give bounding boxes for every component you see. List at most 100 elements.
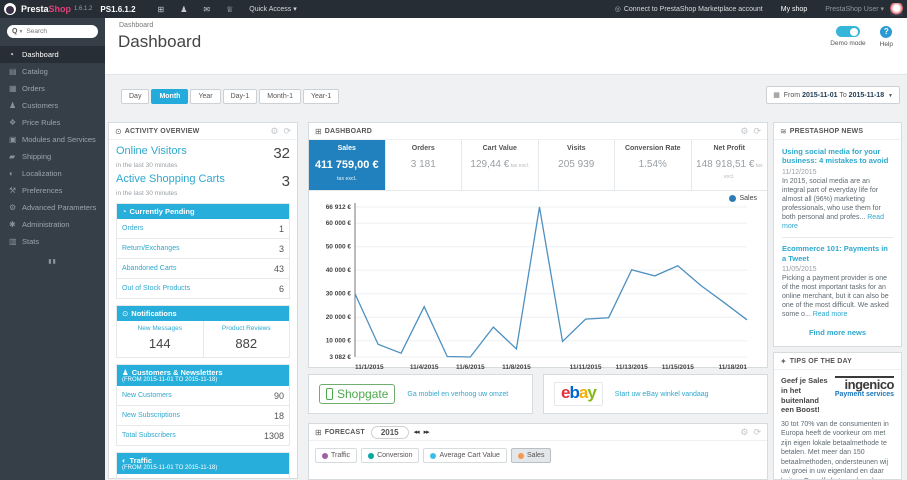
sidebar-item-advanced-parameters[interactable]: ⚙ Advanced Parameters <box>0 199 105 216</box>
dashboard-panel-title: DASHBOARD <box>324 127 373 135</box>
shop-name[interactable]: PS1.6.1.2 <box>100 5 135 14</box>
gear-icon[interactable]: ⚙ <box>270 123 278 140</box>
shopgate-link[interactable]: Ga mobiel en verhoog uw omzet <box>407 391 508 398</box>
trophy-icon[interactable]: ♕ <box>226 5 233 14</box>
demo-mode-toggle[interactable] <box>835 26 860 37</box>
notification-cell[interactable]: Product Reviews 882 <box>202 321 290 357</box>
sidebar-item-label: Stats <box>22 237 40 246</box>
sidebar-item-orders[interactable]: ▦ Orders <box>0 80 105 97</box>
gear-icon[interactable]: ⚙ <box>740 123 748 140</box>
ebay-link[interactable]: Start uw eBay winkel vandaag <box>615 391 709 398</box>
range-button-day-1[interactable]: Day-1 <box>222 89 258 104</box>
news-article-title[interactable]: Using social media for your business: 4 … <box>782 147 893 166</box>
mail-icon[interactable]: ✉ <box>203 5 210 14</box>
user-menu[interactable]: PrestaShop User ▾ <box>825 5 884 13</box>
row-label: Orders <box>122 225 144 232</box>
legend-label: Average Cart Value <box>439 452 500 459</box>
row-label: New Subscriptions <box>122 412 180 419</box>
chevron-down-icon[interactable]: ▼ <box>18 29 23 35</box>
find-more-news-link[interactable]: Find more news <box>782 328 893 337</box>
google-analytics-link[interactable]: Link to your Google Analytics account <box>117 474 289 478</box>
sidebar-item-catalog[interactable]: ▤ Catalog <box>0 63 105 80</box>
kpi-tab-orders[interactable]: Orders 3 181 <box>386 140 462 190</box>
sidebar-item-shipping[interactable]: ▰ Shipping <box>0 148 105 165</box>
shopgate-banner[interactable]: Shopgate Ga mobiel en verhoog uw omzet <box>308 374 533 414</box>
pending-row[interactable]: Out of Stock Products 6 <box>117 278 289 298</box>
row-label: New Customers <box>122 392 172 399</box>
stats-icon: ▥ <box>9 237 17 246</box>
cell-label: Product Reviews <box>221 325 271 332</box>
sidebar-item-administration[interactable]: ✱ Administration <box>0 216 105 233</box>
my-shop-link[interactable]: My shop <box>781 6 807 13</box>
refresh-icon[interactable]: ⟳ <box>283 123 291 140</box>
kpi-tab-sales[interactable]: Sales 411 759,00 € tax excl. <box>309 140 386 190</box>
pending-row[interactable]: Return/Exchanges 3 <box>117 238 289 258</box>
sidebar-item-customers[interactable]: ♟ Customers <box>0 97 105 114</box>
customers-row[interactable]: Total Subscribers 1308 <box>117 425 289 445</box>
refresh-icon[interactable]: ⟳ <box>753 123 761 140</box>
ebay-banner[interactable]: ebay Start uw eBay winkel vandaag <box>543 374 768 414</box>
user-avatar[interactable] <box>890 2 903 16</box>
range-button-day[interactable]: Day <box>121 89 150 104</box>
marketplace-icon: ◎ <box>614 6 621 13</box>
customers-row[interactable]: New Subscriptions 18 <box>117 405 289 425</box>
breadcrumb[interactable]: Dashboard <box>105 18 907 29</box>
kpi-tab-cart-value[interactable]: Cart Value 129,44 € tax excl. <box>462 140 539 190</box>
pending-row[interactable]: Orders 1 <box>117 219 289 238</box>
range-button-year[interactable]: Year <box>190 89 221 104</box>
pending-row[interactable]: Abandoned Carts 43 <box>117 258 289 278</box>
online-visitors-link[interactable]: Online Visitors <box>116 145 187 157</box>
news-article-title[interactable]: Ecommerce 101: Payments in a Tweet <box>782 244 893 263</box>
prestashop-logo[interactable] <box>4 3 16 15</box>
legend-label: Conversion <box>377 452 413 459</box>
help-icon[interactable]: ? <box>880 26 893 38</box>
refresh-icon[interactable]: ⟳ <box>753 424 761 441</box>
customers-row[interactable]: New Customers 90 <box>117 386 289 405</box>
quick-access-menu[interactable]: Quick Access ▾ <box>249 5 296 13</box>
sidebar-item-price-rules[interactable]: ❖ Price Rules <box>0 114 105 131</box>
cart-icon: ⊞ <box>315 126 322 136</box>
clock-icon: ◔ <box>122 207 127 216</box>
kpi-tab-conversion-rate[interactable]: Conversion Rate 1.54% <box>615 140 692 190</box>
forecast-prev-button[interactable]: ◂◂ <box>414 428 420 436</box>
range-button-year-1[interactable]: Year-1 <box>302 89 340 104</box>
sidebar-collapse-button[interactable]: ▮▮ <box>0 258 105 265</box>
sidebar-item-label: Advanced Parameters <box>22 203 97 212</box>
range-button-month-1[interactable]: Month-1 <box>259 89 301 104</box>
read-more-link[interactable]: Read more <box>782 214 884 230</box>
gear-icon[interactable]: ⚙ <box>740 424 748 441</box>
brand-name[interactable]: PrestaShop <box>21 4 71 14</box>
active-carts-link[interactable]: Active Shopping Carts <box>116 173 225 185</box>
kpi-tab-net-profit[interactable]: Net Profit 148 918,51 € tax excl. <box>692 140 768 190</box>
svg-text:11/8/2015: 11/8/2015 <box>502 364 531 371</box>
page-header: Dashboard Dashboard Demo mode ? Help <box>105 18 907 75</box>
marketplace-link[interactable]: ◎ Connect to PrestaShop Marketplace accou… <box>615 5 763 13</box>
range-button-month[interactable]: Month <box>151 89 189 104</box>
dashboard-toolbar: Day Month Year Day-1 Month-1 Year-1 ▦ From 20… <box>105 81 907 115</box>
forecast-legend-sales[interactable]: Sales <box>510 448 552 463</box>
row-value: 1 <box>278 223 284 234</box>
read-more-link[interactable]: Read more <box>813 311 848 318</box>
sidebar-search[interactable]: Q ▼ <box>7 25 98 38</box>
legend-label[interactable]: Sales <box>739 195 757 202</box>
cell-label: New Messages <box>137 325 182 332</box>
forecast-legend-traffic[interactable]: Traffic <box>315 448 358 463</box>
date-range-picker[interactable]: ▦ From 2015-11-01 To 2015-11-18 ▼ <box>766 86 900 104</box>
sidebar-item-dashboard[interactable]: ◔ Dashboard <box>0 46 105 63</box>
forecast-legend-average-cart-value[interactable]: Average Cart Value <box>423 448 507 463</box>
cart-icon[interactable]: ⊞ <box>158 5 165 14</box>
forecast-next-button[interactable]: ▸▸ <box>424 428 430 436</box>
forecast-legend-conversion[interactable]: Conversion <box>361 448 420 463</box>
notification-cell[interactable]: New Messages 144 <box>117 321 203 357</box>
search-input[interactable] <box>26 28 82 35</box>
user-icon[interactable]: ♟ <box>180 5 187 14</box>
svg-text:11/18/201: 11/18/201 <box>718 364 747 371</box>
sidebar-item-localization[interactable]: ◐ Localization <box>0 165 105 182</box>
sidebar-item-stats[interactable]: ▥ Stats <box>0 233 105 250</box>
gears-icon: ⚙ <box>9 203 17 212</box>
kpi-tab-visits[interactable]: Visits 205 939 <box>539 140 615 190</box>
legend-label: Sales <box>526 452 545 459</box>
sidebar-item-modules-and-services[interactable]: ▣ Modules and Services <box>0 131 105 148</box>
help-label: Help <box>879 41 893 48</box>
sidebar-item-preferences[interactable]: ⚒ Preferences <box>0 182 105 199</box>
